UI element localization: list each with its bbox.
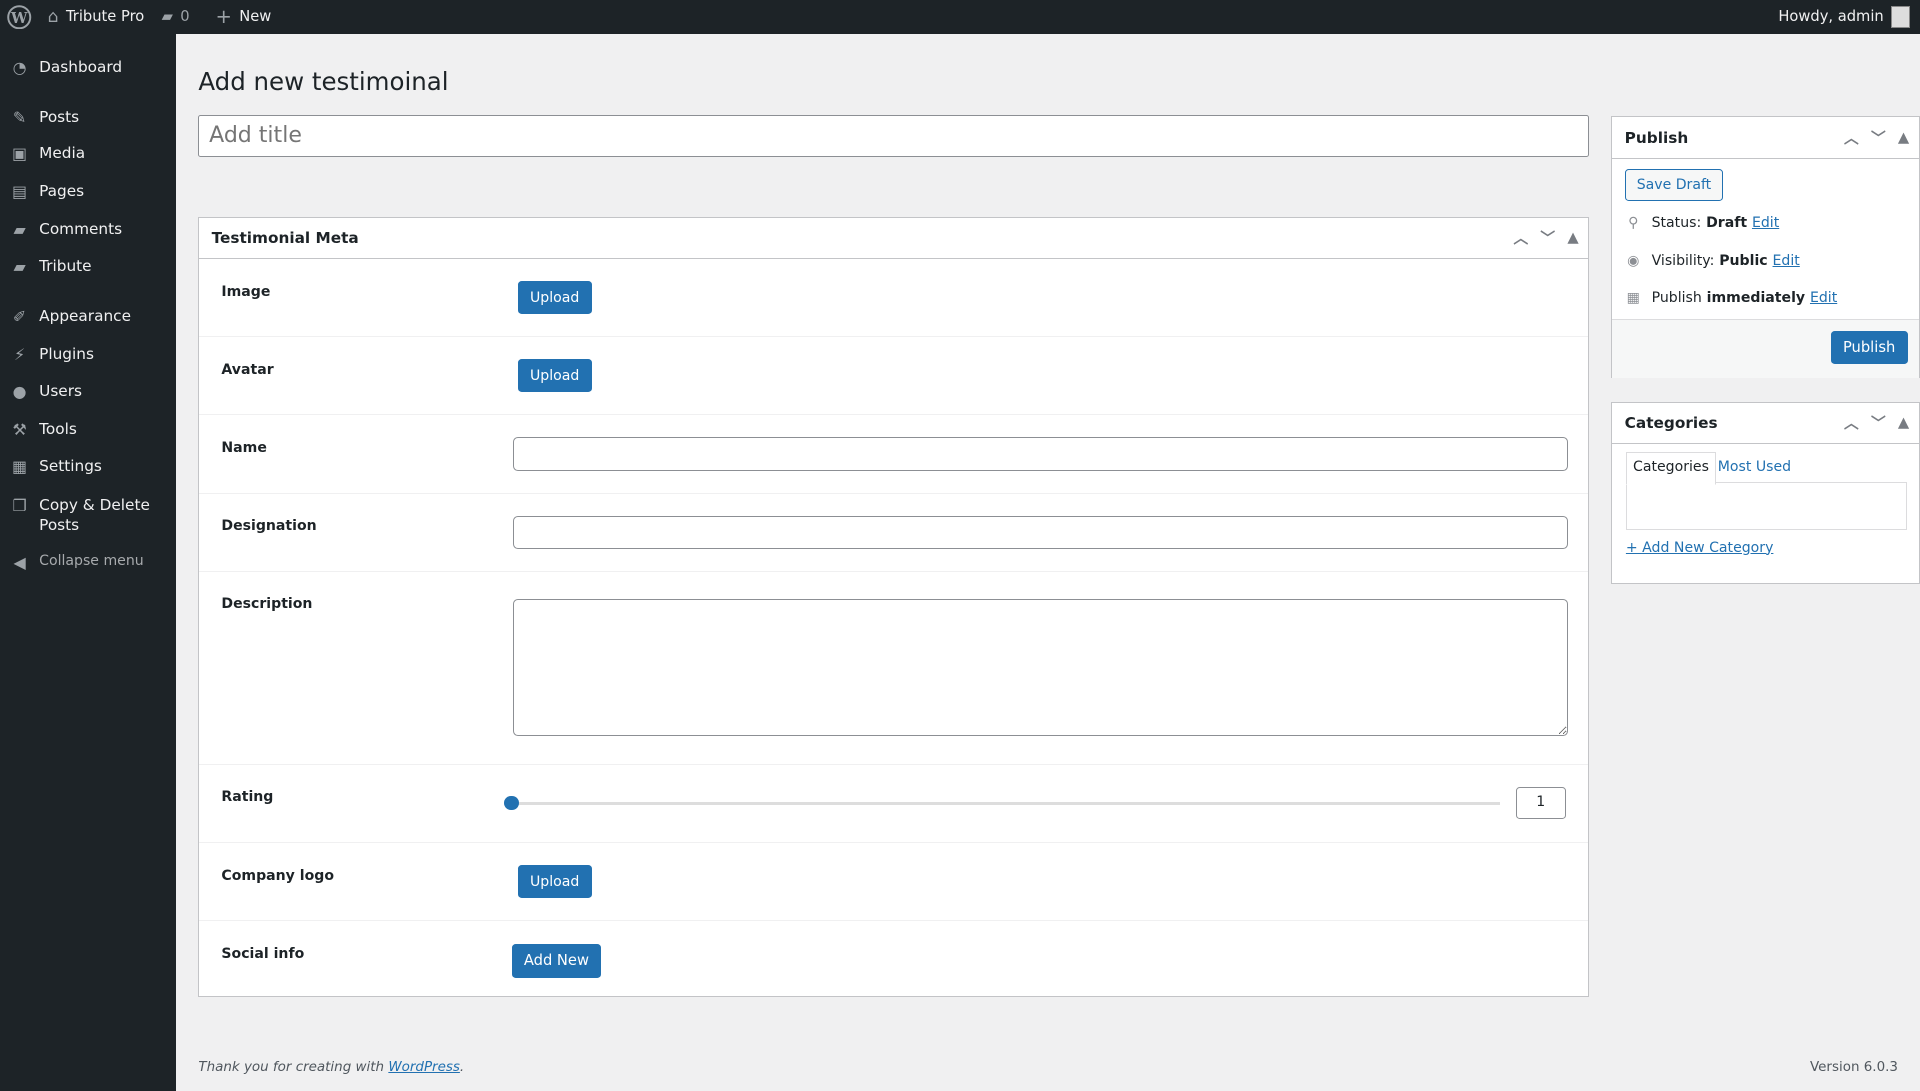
publish-button[interactable]: Publish [1830, 331, 1908, 365]
comments-link[interactable]: ▰ 0 [162, 0, 190, 34]
title-input[interactable] [198, 115, 1590, 157]
wordpress-logo-icon[interactable]: W [7, 0, 32, 34]
field-rating: Rating 1 [199, 765, 1589, 844]
move-up-icon[interactable]: ︿ [1844, 127, 1859, 148]
rating-slider[interactable] [504, 795, 1500, 811]
save-draft-button[interactable]: Save Draft [1624, 168, 1724, 201]
categories-title: Categories [1624, 413, 1718, 432]
tab-most-used[interactable]: Most Used [1718, 453, 1791, 482]
move-down-icon[interactable]: ﹀ [1871, 127, 1886, 148]
add-new-category-link[interactable]: + Add New Category [1626, 540, 1774, 556]
move-down-icon[interactable]: ﹀ [1871, 412, 1886, 433]
sidebar-item-posts[interactable]: ✎ Posts [0, 107, 176, 127]
wordpress-link[interactable]: WordPress [388, 1060, 460, 1075]
toggle-panel-icon[interactable]: ▲ [1898, 414, 1909, 431]
site-name-link[interactable]: ⌂ Tribute Pro [48, 0, 145, 34]
svg-text:W: W [10, 10, 28, 27]
user-icon: ● [12, 382, 27, 402]
sidebar-item-tools[interactable]: ⚒ Tools [0, 420, 176, 439]
collapse-menu-button[interactable]: ◀ Collapse menu [0, 553, 176, 573]
social-add-new-button[interactable]: Add New [511, 944, 602, 978]
home-icon: ⌂ [47, 7, 59, 27]
new-content-link[interactable]: + New [216, 0, 272, 34]
publish-title: Publish [1624, 128, 1689, 147]
brush-icon: ✐ [12, 307, 27, 327]
avatar-upload-button[interactable]: Upload [517, 359, 592, 393]
field-social-info: Social info Add New [199, 921, 1588, 998]
sidebar-item-plugins[interactable]: ⚡ Plugins [0, 345, 176, 365]
sidebar-item-comments[interactable]: ▰ Comments [0, 220, 176, 240]
collapse-icon: ◀ [13, 553, 26, 573]
field-name: Name [199, 415, 1589, 494]
page-title: Add new testimoinal [198, 67, 449, 97]
designation-input[interactable] [512, 515, 1569, 549]
image-upload-button[interactable]: Upload [517, 281, 592, 315]
categories-list [1625, 482, 1908, 530]
field-image: Image Upload [199, 259, 1589, 338]
field-designation: Designation [199, 494, 1589, 572]
status-line: ⚲ Status: Draft Edit [1625, 215, 1779, 232]
toggle-panel-icon[interactable]: ▲ [1567, 229, 1578, 246]
calendar-icon: ▦ [1626, 289, 1640, 306]
name-input[interactable] [512, 437, 1569, 471]
field-company-logo: Company logo Upload [199, 843, 1589, 922]
dashboard-icon: ◔ [12, 57, 27, 77]
plus-icon: + [215, 5, 232, 28]
field-description: Description [199, 572, 1589, 765]
field-avatar: Avatar Upload [199, 337, 1589, 416]
media-icon: ▣ [12, 144, 28, 164]
move-up-icon[interactable]: ︿ [1844, 412, 1859, 433]
visibility-line: ◉ Visibility: Public Edit [1625, 253, 1800, 269]
sidebar-item-settings[interactable]: ▦ Settings [0, 456, 176, 476]
settings-icon: ▦ [12, 456, 28, 476]
schedule-line: ▦ Publish immediately Edit [1626, 289, 1838, 306]
account-menu[interactable]: Howdy, admin [1778, 0, 1911, 34]
testimonial-meta-box: Testimonial Meta ︿ ﹀ ▲ Image Upload Avatar U… [198, 216, 1590, 998]
move-up-icon[interactable]: ︿ [1513, 227, 1528, 248]
avatar [1891, 6, 1911, 28]
comment-icon: ▰ [161, 8, 173, 25]
edit-visibility-link[interactable]: Edit [1773, 253, 1800, 269]
sidebar-item-appearance[interactable]: ✐ Appearance [0, 307, 176, 327]
pin-icon: ⚲ [1628, 215, 1639, 232]
footer-thanks: Thank you for creating with WordPress. [198, 1060, 465, 1076]
toggle-panel-icon[interactable]: ▲ [1898, 129, 1909, 146]
wrench-icon: ⚒ [12, 420, 27, 439]
admin-bar: W ⌂ Tribute Pro ▰ 0 + New Howdy, admin [0, 0, 1920, 35]
move-down-icon[interactable]: ﹀ [1540, 227, 1555, 248]
sidebar-item-pages[interactable]: ▤ Pages [0, 182, 176, 202]
comments-icon: ▰ [13, 220, 26, 240]
sidebar-item-copy-delete-posts[interactable]: ❐ Copy & Delete Posts [0, 496, 176, 535]
publish-actions: Publish [1612, 319, 1919, 378]
sidebar-item-users[interactable]: ● Users [0, 382, 176, 402]
company-logo-upload-button[interactable]: Upload [517, 865, 592, 899]
edit-status-link[interactable]: Edit [1752, 215, 1779, 231]
pages-icon: ▤ [12, 182, 28, 202]
tribute-icon: ▰ [13, 257, 26, 277]
description-textarea[interactable] [512, 598, 1569, 736]
pin-icon: ✎ [12, 107, 27, 127]
rating-slider-handle[interactable] [504, 795, 519, 811]
footer-version: Version 6.0.3 [1810, 1060, 1898, 1076]
tab-categories[interactable]: Categories [1625, 451, 1717, 486]
publish-box: Publish ︿ ﹀ ▲ Save Draft ⚲ Status: Draft Edit… [1611, 116, 1920, 379]
sidebar-item-media[interactable]: ▣ Media [0, 144, 176, 164]
plugin-icon: ⚡ [13, 345, 26, 365]
rating-value-input[interactable]: 1 [1515, 786, 1566, 819]
sidebar-item-tribute[interactable]: ▰ Tribute [0, 257, 176, 277]
eye-icon: ◉ [1627, 253, 1640, 270]
meta-box-title: Testimonial Meta [211, 228, 359, 247]
categories-box: Categories ︿ ﹀ ▲ Categories Most Used + Ad… [1611, 401, 1920, 585]
copy-icon: ❐ [12, 495, 27, 515]
sidebar-item-dashboard[interactable]: ◔ Dashboard [0, 57, 176, 77]
edit-schedule-link[interactable]: Edit [1810, 290, 1837, 306]
